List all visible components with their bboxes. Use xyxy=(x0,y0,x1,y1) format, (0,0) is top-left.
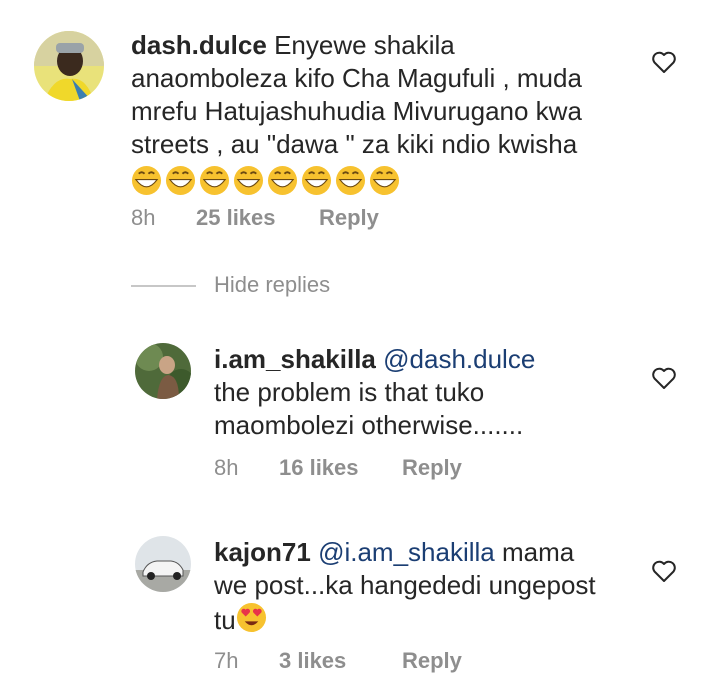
mention-link[interactable]: @i.am_shakilla xyxy=(318,537,495,567)
comment-text-line: we post...ka hangededi ungepost xyxy=(214,570,596,600)
grinning-emoji-icon xyxy=(165,165,196,195)
heart-outline-icon[interactable] xyxy=(651,366,677,390)
heart-outline-icon[interactable] xyxy=(651,559,677,583)
heart-eyes-emoji-icon xyxy=(236,602,266,633)
comment-meta: 7h 3 likes Reply xyxy=(214,648,462,674)
avatar[interactable] xyxy=(34,31,104,101)
heart-outline-icon[interactable] xyxy=(651,50,677,74)
mention-link[interactable]: @dash.dulce xyxy=(383,344,535,374)
comment-text-line: mama xyxy=(494,537,575,567)
username[interactable]: i.am_shakilla xyxy=(214,344,376,374)
comment-meta: 8h 25 likes Reply xyxy=(131,205,379,231)
comment-text-line: the problem is that tuko xyxy=(214,377,485,407)
comment-meta: 8h 16 likes Reply xyxy=(214,455,462,481)
emoji-row xyxy=(131,165,400,196)
grinning-emoji-icon xyxy=(199,165,230,195)
likes-count[interactable]: 16 likes xyxy=(279,455,402,481)
timestamp: 8h xyxy=(214,455,239,480)
avatar-photo xyxy=(135,536,191,592)
grinning-emoji-icon xyxy=(301,165,332,195)
comment-text-line: maombolezi otherwise....... xyxy=(214,410,524,440)
comment-text-line: anaomboleza kifo Cha Magufuli , muda xyxy=(131,63,582,93)
avatar-photo xyxy=(135,343,191,399)
comment-body: i.am_shakilla @dash.dulce the problem is… xyxy=(214,343,535,442)
comment-text-line: streets , au "dawa " za kiki ndio kwisha xyxy=(131,129,578,159)
avatar-photo xyxy=(34,31,104,101)
username[interactable]: kajon71 xyxy=(214,537,311,567)
comment-text-line: Enyewe shakila xyxy=(274,30,455,60)
grinning-emoji-icon xyxy=(369,165,400,195)
comment-body: kajon71 @i.am_shakilla mama we post...ka… xyxy=(214,536,596,637)
reply-button[interactable]: Reply xyxy=(402,648,462,674)
reply-button[interactable]: Reply xyxy=(402,455,462,481)
avatar[interactable] xyxy=(135,343,191,399)
timestamp: 7h xyxy=(214,648,239,673)
comment-text-line: mrefu Hatujashuhudia Mivurugano kwa xyxy=(131,96,582,126)
username[interactable]: dash.dulce xyxy=(131,30,267,60)
timestamp: 8h xyxy=(131,205,156,230)
grinning-emoji-icon xyxy=(131,165,162,195)
comment-body: dash.dulce Enyewe shakila anaomboleza ki… xyxy=(131,29,582,196)
grinning-emoji-icon xyxy=(233,165,264,195)
grinning-emoji-icon xyxy=(335,165,366,195)
hide-replies-button[interactable]: Hide replies xyxy=(214,272,330,298)
reply-button[interactable]: Reply xyxy=(319,205,379,231)
grinning-emoji-icon xyxy=(267,165,298,195)
avatar[interactable] xyxy=(135,536,191,592)
likes-count[interactable]: 25 likes xyxy=(196,205,319,231)
comment-text-line: tu xyxy=(214,605,236,635)
likes-count[interactable]: 3 likes xyxy=(279,648,402,674)
divider xyxy=(131,285,196,287)
